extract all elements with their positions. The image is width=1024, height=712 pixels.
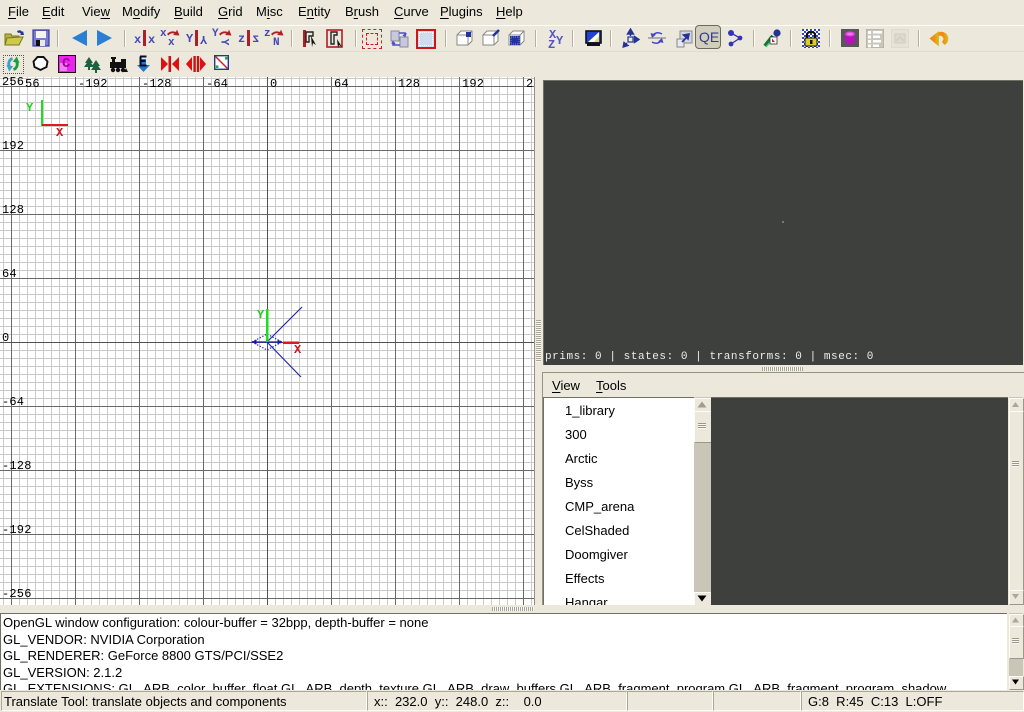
svg-text:X: X <box>294 343 302 357</box>
svg-text:Y: Y <box>257 308 265 322</box>
